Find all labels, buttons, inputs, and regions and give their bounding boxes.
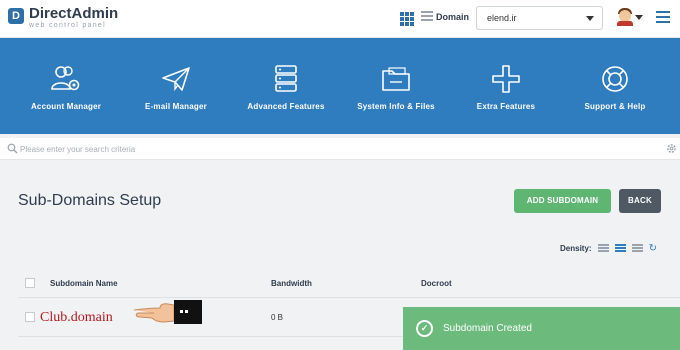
hamburger-menu-icon[interactable] <box>656 11 670 26</box>
domain-select[interactable]: elend.ir <box>476 6 603 30</box>
check-circle-icon: ✓ <box>416 320 433 337</box>
column-header-subdomain-name[interactable]: Subdomain Name <box>50 279 118 288</box>
density-comfortable-icon[interactable] <box>631 243 643 254</box>
toast-message: Subdomain Created <box>443 323 532 334</box>
back-button[interactable]: BACK <box>619 189 661 213</box>
list-view-icon[interactable] <box>421 11 433 25</box>
logo-subtitle: web control panel <box>29 22 106 29</box>
nav-support-help[interactable]: Support & Help <box>560 64 670 111</box>
top-bar: D DirectAdmin web control panel Domain e… <box>0 0 680 38</box>
lifebuoy-icon <box>602 66 628 92</box>
grid-view-icon[interactable] <box>400 12 414 26</box>
column-header-bandwidth[interactable]: Bandwidth <box>271 279 312 288</box>
nav-extra-features[interactable]: Extra Features <box>451 64 561 111</box>
user-menu-caret-icon[interactable] <box>635 15 643 20</box>
logo[interactable]: D DirectAdmin web control panel <box>8 6 118 30</box>
nav-label: Advanced Features <box>247 102 325 111</box>
search-input[interactable] <box>20 141 640 157</box>
nav-label: E-mail Manager <box>145 102 207 111</box>
domain-label: Domain <box>436 12 470 22</box>
density-control: Density: ↻ <box>560 243 657 254</box>
page-title: Sub-Domains Setup <box>18 192 162 209</box>
nav-advanced-features[interactable]: Advanced Features <box>231 64 341 111</box>
logo-title: DirectAdmin <box>29 5 119 22</box>
main-nav: Account Manager E-mail Manager Advanced … <box>0 38 680 134</box>
search-icon <box>7 143 18 154</box>
density-normal-icon[interactable] <box>614 243 626 254</box>
column-header-docroot[interactable]: Docroot <box>421 279 452 288</box>
folder-icon <box>382 67 410 91</box>
search-bar <box>0 138 680 160</box>
nav-system-info-files[interactable]: System Info & Files <box>341 64 451 111</box>
paper-plane-icon <box>162 67 190 92</box>
nav-label: Extra Features <box>476 102 536 111</box>
row-bandwidth: 0 B <box>271 313 284 322</box>
nav-email-manager[interactable]: E-mail Manager <box>121 64 231 111</box>
pointing-hand-icon <box>133 300 202 324</box>
select-all-checkbox[interactable] <box>25 278 35 288</box>
refresh-icon[interactable]: ↻ <box>649 243 657 254</box>
chevron-down-icon <box>586 16 594 21</box>
nav-label: System Info & Files <box>357 102 435 111</box>
nav-label: Support & Help <box>584 102 646 111</box>
success-toast: ✓ Subdomain Created <box>403 307 680 350</box>
subdomain-name-link[interactable]: Club.domain <box>40 310 113 326</box>
density-compact-icon[interactable] <box>597 243 609 254</box>
gear-icon[interactable] <box>666 143 677 154</box>
users-gear-icon <box>51 66 80 91</box>
row-checkbox[interactable] <box>25 312 35 322</box>
avatar[interactable] <box>617 8 633 26</box>
domain-select-value: elend.ir <box>487 13 517 23</box>
server-icon <box>275 65 297 92</box>
density-label: Density: <box>560 244 592 253</box>
header-divider <box>18 297 680 298</box>
add-subdomain-button[interactable]: ADD SUBDOMAIN <box>514 189 611 213</box>
nav-account-manager[interactable]: Account Manager <box>11 64 121 111</box>
nav-label: Account Manager <box>30 102 102 111</box>
plus-icon <box>492 65 520 93</box>
logo-badge: D <box>8 8 24 24</box>
